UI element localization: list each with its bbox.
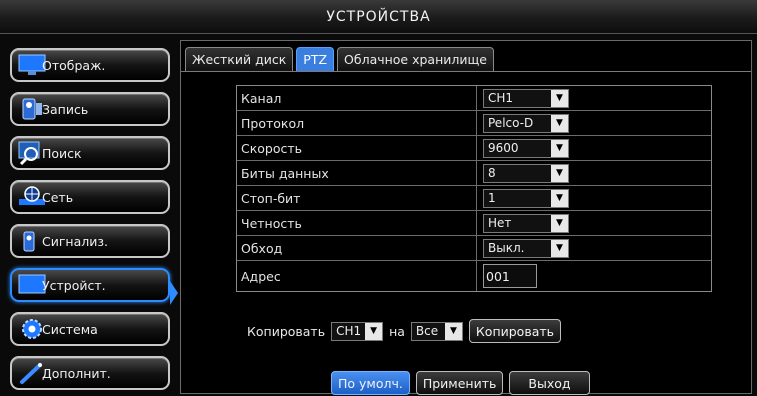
chevron-down-icon: ▼ xyxy=(551,164,568,182)
parity-label: Четность xyxy=(237,211,477,235)
chevron-down-icon: ▼ xyxy=(444,322,462,340)
table-row: Канал CH1 ▼ xyxy=(237,86,711,111)
chevron-down-icon: ▼ xyxy=(551,239,568,257)
sidebar-item-label: Запись xyxy=(42,101,89,117)
table-row: Стоп-бит 1 ▼ xyxy=(237,186,711,211)
tab-bar: Жесткий диск PTZ Облачное хранилище xyxy=(185,47,494,71)
parity-select[interactable]: Нет ▼ xyxy=(483,213,569,233)
sidebar-item-device[interactable]: Устройст. xyxy=(10,268,170,302)
sidebar-item-record[interactable]: Запись xyxy=(10,92,170,126)
action-buttons: По умолч. Применить Выход xyxy=(331,371,590,395)
active-indicator xyxy=(170,281,178,305)
sidebar-item-label: Система xyxy=(42,321,98,337)
stopbit-label: Стоп-бит xyxy=(237,186,477,210)
ptz-settings-table: Канал CH1 ▼ Протокол Pelco-D ▼ Скорость 96… xyxy=(236,85,712,292)
sidebar-item-label: Дополнит. xyxy=(42,365,111,381)
chevron-down-icon: ▼ xyxy=(551,114,568,132)
sidebar-item-label: Сигнализ. xyxy=(42,233,108,249)
window-title: УСТРОЙСТВА xyxy=(0,0,757,34)
protocol-label: Протокол xyxy=(237,111,477,135)
chevron-down-icon: ▼ xyxy=(551,189,568,207)
protocol-select[interactable]: Pelco-D ▼ xyxy=(483,113,569,133)
channel-label: Канал xyxy=(237,86,477,110)
sidebar-item-system[interactable]: Система xyxy=(10,312,170,346)
channel-select[interactable]: CH1 ▼ xyxy=(483,88,569,108)
sidebar-item-label: Устройст. xyxy=(42,277,106,293)
table-row: Протокол Pelco-D ▼ xyxy=(237,111,711,136)
copy-to-label: на xyxy=(389,323,405,339)
table-row: Обход Выкл. ▼ xyxy=(237,236,711,261)
copy-button[interactable]: Копировать xyxy=(468,319,561,343)
chevron-down-icon: ▼ xyxy=(365,322,383,340)
table-row: Скорость 9600 ▼ xyxy=(237,136,711,161)
copy-label: Копировать xyxy=(247,323,326,339)
databits-label: Биты данных xyxy=(237,161,477,185)
address-label: Адрес xyxy=(237,261,477,291)
speed-label: Скорость xyxy=(237,136,477,160)
table-row: Четность Нет ▼ xyxy=(237,211,711,236)
default-button[interactable]: По умолч. xyxy=(331,371,410,395)
chevron-down-icon: ▼ xyxy=(551,139,568,157)
address-input[interactable]: 001 xyxy=(483,264,537,288)
tab-divider xyxy=(181,71,751,72)
copy-from-select[interactable]: CH1 ▼ xyxy=(331,321,384,341)
copy-row: Копировать CH1 ▼ на Все ▼ Копировать xyxy=(247,319,561,343)
sidebar-item-label: Поиск xyxy=(42,145,82,161)
table-row: Адрес 001 xyxy=(237,261,711,291)
chevron-down-icon: ▼ xyxy=(551,89,568,107)
apply-button[interactable]: Применить xyxy=(415,371,504,395)
speed-select[interactable]: 9600 ▼ xyxy=(483,138,569,158)
sidebar-item-alarm[interactable]: Сигнализ. xyxy=(10,224,170,258)
stopbit-select[interactable]: 1 ▼ xyxy=(483,188,569,208)
sidebar-item-display[interactable]: Отображ. xyxy=(10,48,170,82)
sidebar-item-label: Сеть xyxy=(42,189,74,205)
table-row: Биты данных 8 ▼ xyxy=(237,161,711,186)
sidebar-item-advanced[interactable]: Дополнит. xyxy=(10,356,170,390)
tab-hard-disk[interactable]: Жесткий диск xyxy=(185,47,294,71)
sidebar-item-label: Отображ. xyxy=(42,57,106,73)
tab-cloud-storage[interactable]: Облачное хранилище xyxy=(337,47,494,71)
settings-panel: Жесткий диск PTZ Облачное хранилище Кана… xyxy=(180,40,752,395)
tour-select[interactable]: Выкл. ▼ xyxy=(483,238,569,258)
databits-select[interactable]: 8 ▼ xyxy=(483,163,569,183)
sidebar-item-search[interactable]: Поиск xyxy=(10,136,170,170)
tour-label: Обход xyxy=(237,236,477,260)
sidebar-item-network[interactable]: Сеть xyxy=(10,180,170,214)
sidebar: Отображ. Запись Поиск Сеть Сигнализ. Уст… xyxy=(4,38,178,394)
tab-ptz[interactable]: PTZ xyxy=(296,47,335,71)
copy-to-select[interactable]: Все ▼ xyxy=(410,321,463,341)
exit-button[interactable]: Выход xyxy=(509,371,590,395)
chevron-down-icon: ▼ xyxy=(551,214,568,232)
